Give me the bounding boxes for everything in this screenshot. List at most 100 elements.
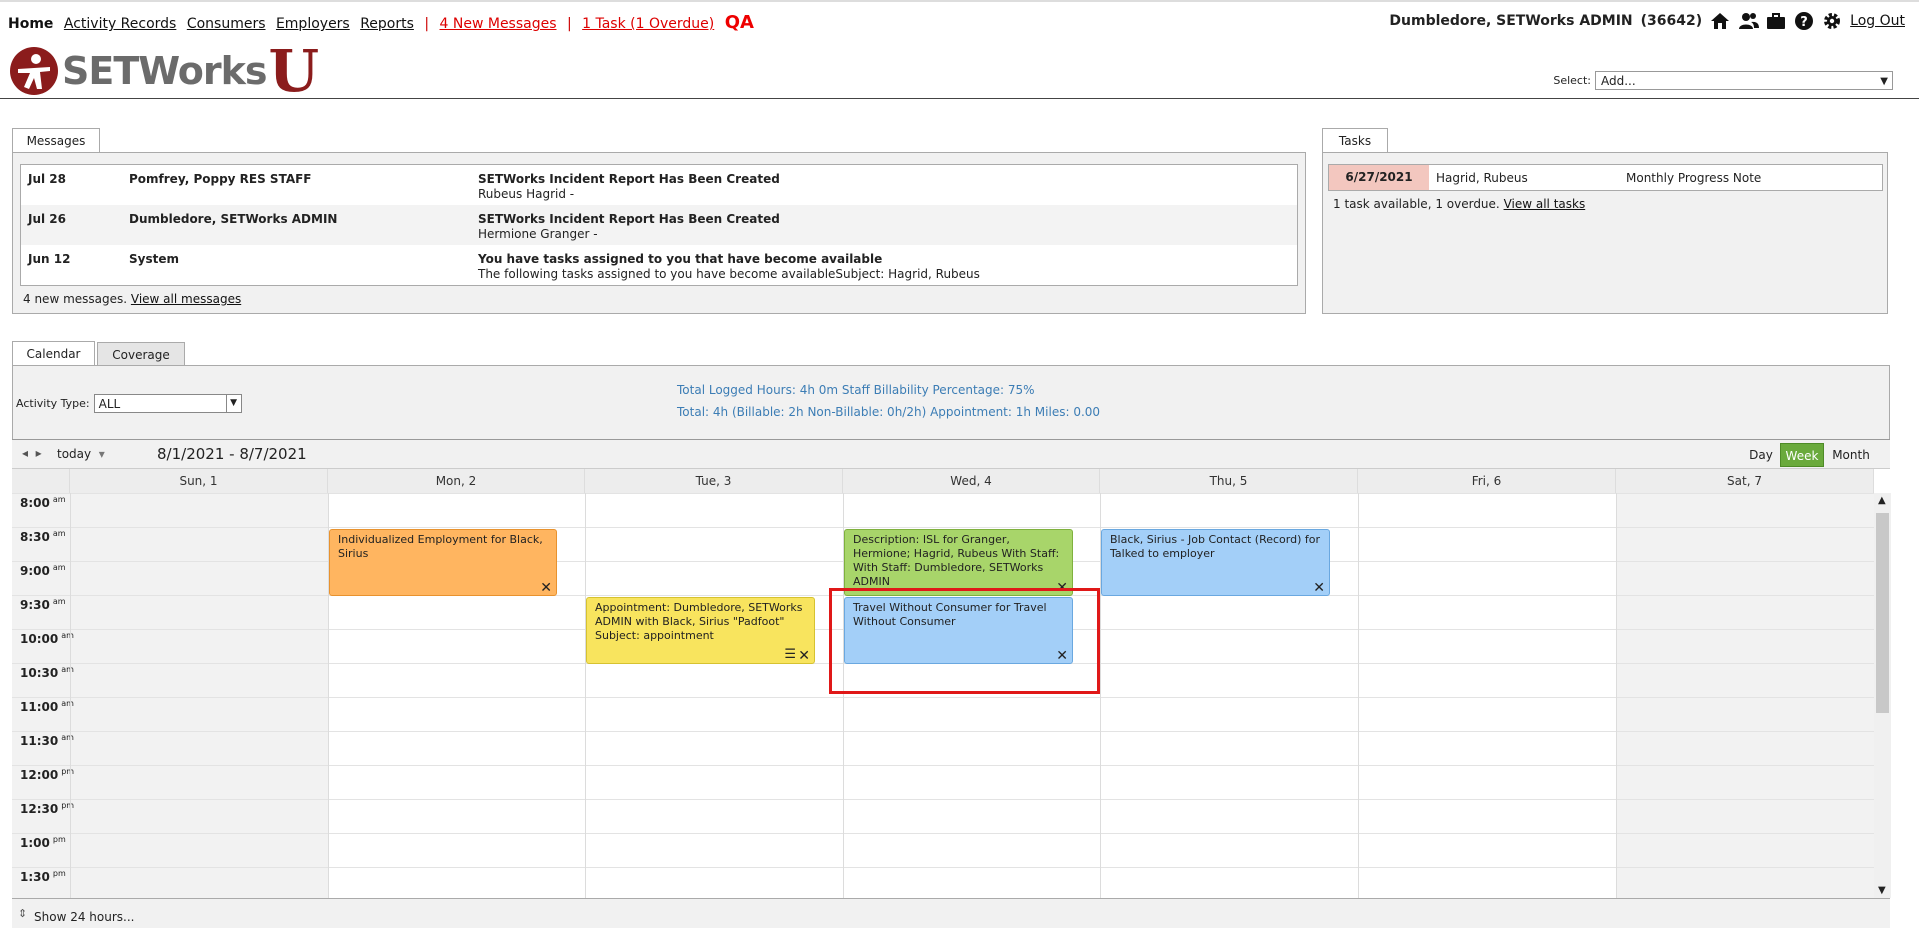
delete-event-icon[interactable]: ✕ (540, 581, 552, 595)
add-select[interactable]: Add... ▼ (1595, 71, 1893, 90)
nav-home[interactable]: Home (8, 16, 53, 32)
time-label-period: pm (52, 835, 66, 844)
calendar-scrollbar[interactable]: ▲ ▼ (1874, 493, 1891, 898)
message-row[interactable]: Jul 26 Dumbledore, SETWorks ADMIN SETWor… (21, 205, 1297, 245)
message-row[interactable]: Jun 12 System You have tasks assigned to… (21, 245, 1297, 285)
nav-reports[interactable]: Reports (360, 16, 414, 32)
nav-employers[interactable]: Employers (276, 16, 350, 32)
time-label: 1:00 pm (20, 835, 66, 850)
time-label-value: 1:30 (20, 870, 50, 884)
time-label-value: 9:00 (20, 564, 50, 578)
nav-tasks-link[interactable]: 1 Task (1 Overdue) (582, 16, 714, 32)
nav-separator: | (566, 16, 572, 32)
task-type: Monthly Progress Note (1626, 171, 1762, 185)
activity-type-select[interactable]: ALL ▼ (93, 394, 242, 413)
scroll-thumb[interactable] (1876, 513, 1889, 713)
users-icon[interactable] (1738, 11, 1760, 31)
view-all-messages-link[interactable]: View all messages (131, 292, 241, 306)
time-slot-row[interactable] (12, 765, 1874, 799)
select-label: Select: (1553, 74, 1591, 87)
setworks-logo[interactable]: SETWorks U (10, 42, 319, 100)
time-label-period: am (52, 563, 66, 572)
scroll-down-icon[interactable]: ▼ (1878, 885, 1886, 896)
time-slot-row[interactable] (12, 867, 1874, 901)
time-label: 12:30 pm (20, 801, 74, 816)
event-text: Individualized Employment for Black, Sir… (338, 533, 543, 560)
delete-event-icon[interactable]: ✕ (1313, 581, 1325, 595)
time-label: 10:00 am (20, 631, 74, 646)
time-label-period: am (61, 665, 74, 674)
time-label-period: am (52, 495, 66, 504)
expand-icon[interactable]: ⇕ (18, 907, 27, 920)
nav-new-messages-link[interactable]: 4 New Messages (440, 16, 557, 32)
messages-panel: Jul 28 Pomfrey, Poppy RES STAFF SETWorks… (12, 152, 1306, 314)
logo-emblem-icon (10, 47, 58, 95)
time-label: 11:30 am (20, 733, 74, 748)
time-label-value: 8:00 (20, 496, 50, 510)
activity-type-label: Activity Type: (16, 397, 90, 410)
time-label-period: am (61, 699, 74, 708)
message-body: The following tasks assigned to you have… (478, 267, 980, 281)
message-row[interactable]: Jul 28 Pomfrey, Poppy RES STAFF SETWorks… (21, 165, 1297, 205)
event-text: Black, Sirius - Job Contact (Record) for… (1110, 533, 1320, 560)
time-slot-row[interactable] (12, 493, 1874, 527)
tasks-footer: 1 task available, 1 overdue. View all ta… (1333, 197, 1585, 211)
view-month-button[interactable]: Month (1830, 443, 1872, 467)
message-subject: You have tasks assigned to you that have… (478, 252, 883, 266)
home-icon[interactable] (1710, 11, 1730, 31)
messages-count: 4 new messages. (23, 292, 128, 306)
briefcase-icon[interactable] (1766, 11, 1786, 31)
time-slot-row[interactable] (12, 799, 1874, 833)
day-header-sun: Sun, 1 (70, 469, 328, 493)
menu-icon[interactable]: ☰ (784, 648, 796, 662)
prev-week-icon[interactable]: ◂ (22, 446, 28, 460)
view-day-button[interactable]: Day (1746, 443, 1776, 467)
view-all-tasks-link[interactable]: View all tasks (1504, 197, 1586, 211)
tab-messages[interactable]: Messages (12, 128, 100, 152)
nav-links: Home Activity Records Consumers Employer… (8, 12, 754, 33)
add-select-value: Add... (1601, 74, 1636, 88)
calendar-event[interactable]: Individualized Employment for Black, Sir… (329, 529, 557, 596)
help-icon[interactable]: ? (1794, 11, 1814, 31)
time-slot-row[interactable] (12, 697, 1874, 731)
task-row[interactable]: 6/27/2021 Hagrid, Rubeus Monthly Progres… (1329, 165, 1882, 190)
tab-coverage[interactable]: Coverage (97, 342, 185, 365)
tasks-list: 6/27/2021 Hagrid, Rubeus Monthly Progres… (1328, 164, 1883, 191)
time-label: 1:30 pm (20, 869, 66, 884)
header-divider (0, 98, 1919, 99)
calendar-nav: ◂ ▸ (22, 446, 42, 460)
time-label-period: pm (61, 767, 75, 776)
time-label-period: am (52, 529, 66, 538)
message-body: Rubeus Hagrid - (478, 187, 575, 201)
qa-badge: QA (724, 12, 754, 33)
time-label-value: 11:00 (20, 700, 59, 714)
nav-separator: | (424, 16, 430, 32)
event-text: Appointment: Dumbledore, SETWorks ADMIN … (595, 601, 803, 642)
message-date: Jun 12 (28, 252, 71, 266)
time-slot-row[interactable] (12, 731, 1874, 765)
calendar-event[interactable]: Description: ISL for Granger, Hermione; … (844, 529, 1073, 596)
calendar-event[interactable]: Appointment: Dumbledore, SETWorks ADMIN … (586, 597, 815, 664)
scroll-up-icon[interactable]: ▲ (1878, 495, 1886, 506)
delete-event-icon[interactable]: ✕ (798, 649, 810, 663)
grid-line (1616, 493, 1617, 898)
time-label-value: 10:00 (20, 632, 59, 646)
show-24-hours-link[interactable]: Show 24 hours... (34, 910, 134, 924)
today-button[interactable]: today ▾ (57, 447, 105, 461)
next-week-icon[interactable]: ▸ (36, 446, 42, 460)
message-date: Jul 28 (28, 172, 66, 186)
nav-activity-records[interactable]: Activity Records (64, 16, 176, 32)
gear-icon[interactable] (1822, 11, 1842, 31)
logout-link[interactable]: Log Out (1850, 13, 1905, 29)
time-label-period: pm (61, 801, 75, 810)
calendar-event[interactable]: Black, Sirius - Job Contact (Record) for… (1101, 529, 1330, 596)
time-slot-row[interactable] (12, 833, 1874, 867)
selection-highlight (829, 588, 1100, 694)
tab-calendar[interactable]: Calendar (12, 341, 95, 365)
message-from: Pomfrey, Poppy RES STAFF (129, 172, 312, 186)
tab-tasks[interactable]: Tasks (1322, 128, 1388, 152)
view-week-button[interactable]: Week (1780, 443, 1824, 467)
time-label-value: 12:00 (20, 768, 59, 782)
time-label: 9:00 am (20, 563, 66, 578)
nav-consumers[interactable]: Consumers (187, 16, 266, 32)
